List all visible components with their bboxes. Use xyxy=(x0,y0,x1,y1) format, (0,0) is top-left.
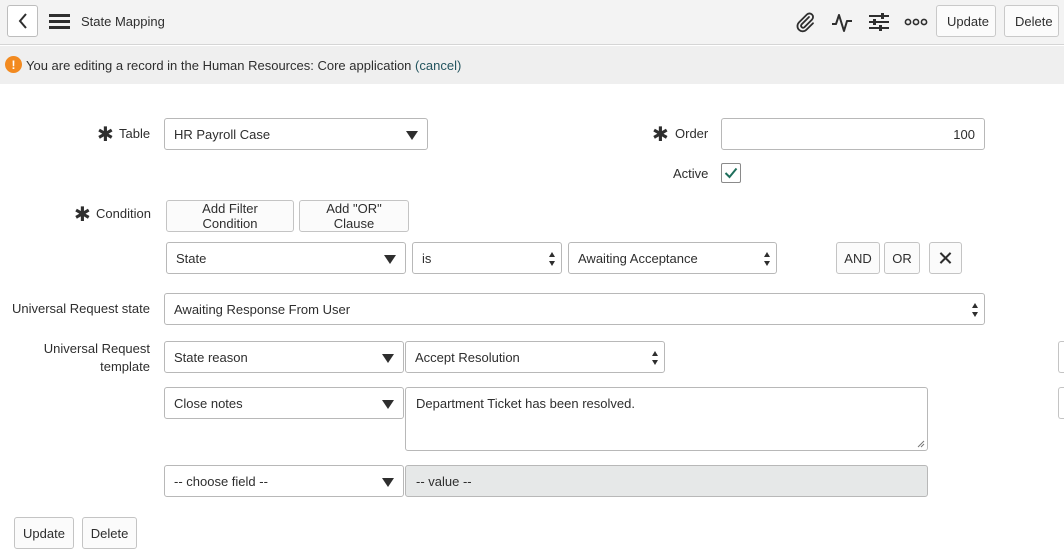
more-options-button[interactable] xyxy=(903,10,929,34)
required-icon: ✱ xyxy=(652,124,669,146)
add-filter-condition-button[interactable]: Add Filter Condition xyxy=(166,200,294,232)
check-icon xyxy=(724,167,738,179)
add-or-clause-button[interactable]: Add "OR" Clause xyxy=(299,200,409,232)
template-value-placeholder: -- value -- xyxy=(416,473,472,489)
close-icon xyxy=(939,252,952,264)
update-button-bottom[interactable]: Update xyxy=(14,517,74,549)
template-field-value: -- choose field -- xyxy=(174,473,268,489)
universal-request-state-select[interactable]: Awaiting Response From User xyxy=(164,293,985,325)
back-icon xyxy=(18,13,27,29)
select-arrows-icon xyxy=(652,351,660,365)
template-value: Accept Resolution xyxy=(415,349,520,365)
condition-value: Awaiting Acceptance xyxy=(578,250,698,266)
activity-button[interactable] xyxy=(829,10,855,34)
required-icon: ✱ xyxy=(97,124,114,146)
template-field-select-3[interactable]: -- choose field -- xyxy=(164,465,404,497)
template-value-disabled: -- value -- xyxy=(405,465,928,497)
active-label: Active xyxy=(673,166,709,181)
chevron-down-icon xyxy=(406,131,418,140)
template-row-action-button[interactable] xyxy=(1058,341,1064,373)
more-icon xyxy=(904,18,928,26)
chevron-down-icon xyxy=(382,354,394,363)
back-button[interactable] xyxy=(7,5,38,37)
condition-operator-value: is xyxy=(422,250,432,266)
edit-notice-banner: ! You are editing a record in the Human … xyxy=(0,46,1064,84)
template-field-value: State reason xyxy=(174,349,248,365)
close-notes-textarea[interactable]: Department Ticket has been resolved. xyxy=(405,387,928,451)
select-arrows-icon xyxy=(972,303,980,317)
delete-button[interactable]: Delete xyxy=(1004,5,1059,37)
paperclip-icon xyxy=(796,12,814,33)
cancel-link[interactable]: (cancel) xyxy=(415,58,461,73)
table-label: Table xyxy=(119,126,151,141)
chevron-down-icon xyxy=(384,255,396,264)
delete-button-bottom[interactable]: Delete xyxy=(82,517,137,549)
template-field-value: Close notes xyxy=(174,395,243,411)
chevron-down-icon xyxy=(382,400,394,409)
menu-icon[interactable] xyxy=(49,13,70,30)
condition-field-value: State xyxy=(176,250,207,266)
order-label: Order xyxy=(675,126,709,141)
condition-operator-select[interactable]: is xyxy=(412,242,562,274)
notice-text: You are editing a record in the Human Re… xyxy=(26,58,412,73)
and-button[interactable]: AND xyxy=(836,242,880,274)
close-notes-value: Department Ticket has been resolved. xyxy=(416,396,635,411)
order-value: 100 xyxy=(953,126,975,142)
update-button[interactable]: Update xyxy=(936,5,996,37)
order-input[interactable]: 100 xyxy=(721,118,985,150)
form-header: State Mapping Update Delete xyxy=(0,0,1064,45)
universal-request-state-label: Universal Request state xyxy=(11,301,150,316)
template-row-action-button[interactable] xyxy=(1058,387,1064,419)
attachment-button[interactable] xyxy=(792,10,818,34)
chevron-down-icon xyxy=(382,478,394,487)
table-select[interactable]: HR Payroll Case xyxy=(164,118,428,150)
condition-value-select[interactable]: Awaiting Acceptance xyxy=(568,242,777,274)
template-value-select-1[interactable]: Accept Resolution xyxy=(405,341,665,373)
activity-icon xyxy=(832,14,852,32)
required-icon: ✱ xyxy=(74,204,91,226)
resize-handle-icon[interactable] xyxy=(917,440,925,448)
sliders-icon xyxy=(869,13,889,31)
remove-condition-button[interactable] xyxy=(929,242,962,274)
or-button[interactable]: OR xyxy=(884,242,920,274)
template-field-select-1[interactable]: State reason xyxy=(164,341,404,373)
personalize-button[interactable] xyxy=(866,10,892,34)
warning-icon: ! xyxy=(5,56,22,73)
universal-request-template-label: Universal Request template xyxy=(43,341,150,374)
condition-field-select[interactable]: State xyxy=(166,242,406,274)
condition-label: Condition xyxy=(96,206,151,221)
template-field-select-2[interactable]: Close notes xyxy=(164,387,404,419)
active-checkbox[interactable] xyxy=(721,163,741,183)
select-arrows-icon xyxy=(764,252,772,266)
page-title: State Mapping xyxy=(81,14,165,29)
universal-request-state-value: Awaiting Response From User xyxy=(174,301,351,317)
table-value: HR Payroll Case xyxy=(174,126,271,142)
select-arrows-icon xyxy=(549,252,557,266)
